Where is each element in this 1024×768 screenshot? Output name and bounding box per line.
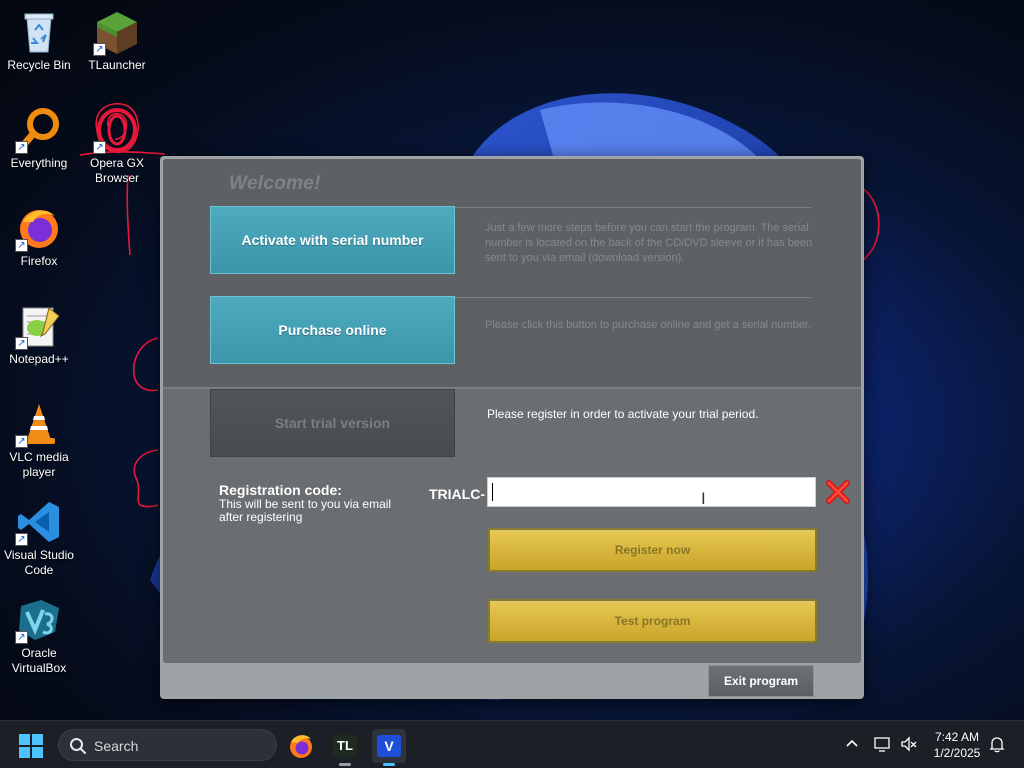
desktop-icon-opera-gx[interactable]: ↗ Opera GX Browser: [78, 106, 156, 186]
shortcut-arrow-icon: ↗: [15, 435, 28, 448]
trial-message: Please register in order to activate you…: [487, 407, 759, 421]
windows-start-icon[interactable]: [18, 733, 44, 759]
desktop-icon-vlc[interactable]: ↗ VLC media player: [0, 400, 78, 480]
vscode-icon: ↗: [15, 498, 63, 546]
divider: [455, 297, 811, 298]
desktop-icon-label: Notepad++: [9, 352, 69, 366]
notepadpp-icon: ↗: [15, 302, 63, 350]
clock-date: 1/2/2025: [933, 746, 981, 760]
search-icon: [70, 738, 86, 754]
tlauncher-icon: TL: [333, 735, 357, 757]
desktop-icon-label: VLC media player: [9, 450, 69, 479]
recycle-bin-icon: [15, 8, 63, 56]
activate-description: Just a few more steps before you can sta…: [485, 222, 813, 264]
desktop-icon-notepadpp[interactable]: ↗ Notepad++: [0, 302, 78, 367]
tlauncher-grass-block-icon: ↗: [93, 8, 141, 56]
shortcut-arrow-icon: ↗: [93, 141, 106, 154]
dialog-content: Welcome! Activate with serial number Jus…: [163, 159, 861, 663]
app-v-icon: V: [377, 735, 401, 757]
activation-section: Welcome! Activate with serial number Jus…: [163, 159, 861, 389]
desktop-icon-label: Firefox: [20, 254, 58, 268]
desktop-icon-label: TLauncher: [88, 58, 146, 72]
purchase-description: Please click this button to purchase onl…: [485, 319, 811, 331]
search-label: Search: [94, 738, 139, 754]
everything-magnifier-icon: ↗: [15, 106, 63, 154]
welcome-heading: Welcome!: [229, 173, 321, 194]
firefox-icon: [290, 735, 312, 758]
registration-code-hint: This will be sent to you via email after…: [219, 497, 392, 524]
shortcut-arrow-icon: ↗: [15, 533, 28, 546]
test-program-button[interactable]: Test program: [488, 599, 817, 643]
clear-input-icon[interactable]: [825, 478, 851, 506]
desktop-icon-everything[interactable]: ↗ Everything: [0, 106, 78, 171]
vlc-cone-icon: ↗: [15, 400, 63, 448]
registration-prefix: TRIALC-: [429, 486, 485, 502]
taskbar-search[interactable]: Search: [58, 729, 277, 761]
desktop-icon-label: Everything: [10, 156, 68, 170]
taskbar: Search TL V 7:42 AM 1/2/2025: [0, 720, 1024, 768]
activation-dialog: Welcome! Activate with serial number Jus…: [160, 156, 864, 699]
firefox-icon: ↗: [15, 204, 63, 252]
activate-serial-button[interactable]: Activate with serial number: [210, 206, 455, 274]
opera-gx-icon: ↗: [93, 106, 141, 154]
shortcut-arrow-icon: ↗: [15, 239, 28, 252]
desktop-icon-label: Recycle Bin: [7, 58, 71, 72]
taskbar-active-app[interactable]: V: [372, 729, 406, 766]
exit-program-button[interactable]: Exit program: [708, 665, 814, 697]
desktop-icon-firefox[interactable]: ↗ Firefox: [0, 204, 78, 269]
desktop-icon-virtualbox[interactable]: ↗ Oracle VirtualBox: [0, 596, 78, 676]
system-clock[interactable]: 7:42 AM 1/2/2025: [926, 729, 988, 761]
start-trial-button[interactable]: Start trial version: [210, 389, 455, 457]
register-now-button[interactable]: Register now: [488, 528, 817, 572]
taskbar-firefox[interactable]: [284, 729, 318, 763]
text-caret: [492, 483, 493, 501]
shortcut-arrow-icon: ↗: [15, 141, 28, 154]
chevron-up-icon[interactable]: [845, 735, 859, 754]
network-display-icon[interactable]: [874, 735, 892, 756]
desktop-icon-label: Opera GX Browser: [89, 156, 145, 185]
divider: [455, 207, 811, 208]
shortcut-arrow-icon: ↗: [93, 43, 106, 56]
desktop-icon-label: Oracle VirtualBox: [11, 646, 67, 675]
shortcut-arrow-icon: ↗: [15, 337, 28, 350]
registration-code-label: Registration code:: [219, 482, 342, 498]
running-indicator: [339, 763, 351, 766]
volume-muted-icon[interactable]: [900, 735, 918, 756]
shortcut-arrow-icon: ↗: [15, 631, 28, 644]
desktop-icon-tlauncher[interactable]: ↗ TLauncher: [78, 8, 156, 73]
virtualbox-icon: ↗: [15, 596, 63, 644]
ibeam-cursor-icon: I: [701, 489, 706, 508]
desktop-icon-vscode[interactable]: ↗ Visual Studio Code: [0, 498, 78, 578]
purchase-online-button[interactable]: Purchase online: [210, 296, 455, 364]
clock-time: 7:42 AM: [934, 730, 980, 744]
taskbar-tlauncher[interactable]: TL: [328, 729, 362, 766]
desktop-icon-label: Visual Studio Code: [4, 548, 74, 577]
active-indicator: [383, 763, 395, 766]
desktop-icon-recycle-bin[interactable]: Recycle Bin: [0, 8, 78, 73]
registration-code-input[interactable]: [487, 477, 816, 507]
notification-bell-icon[interactable]: [989, 735, 1005, 756]
